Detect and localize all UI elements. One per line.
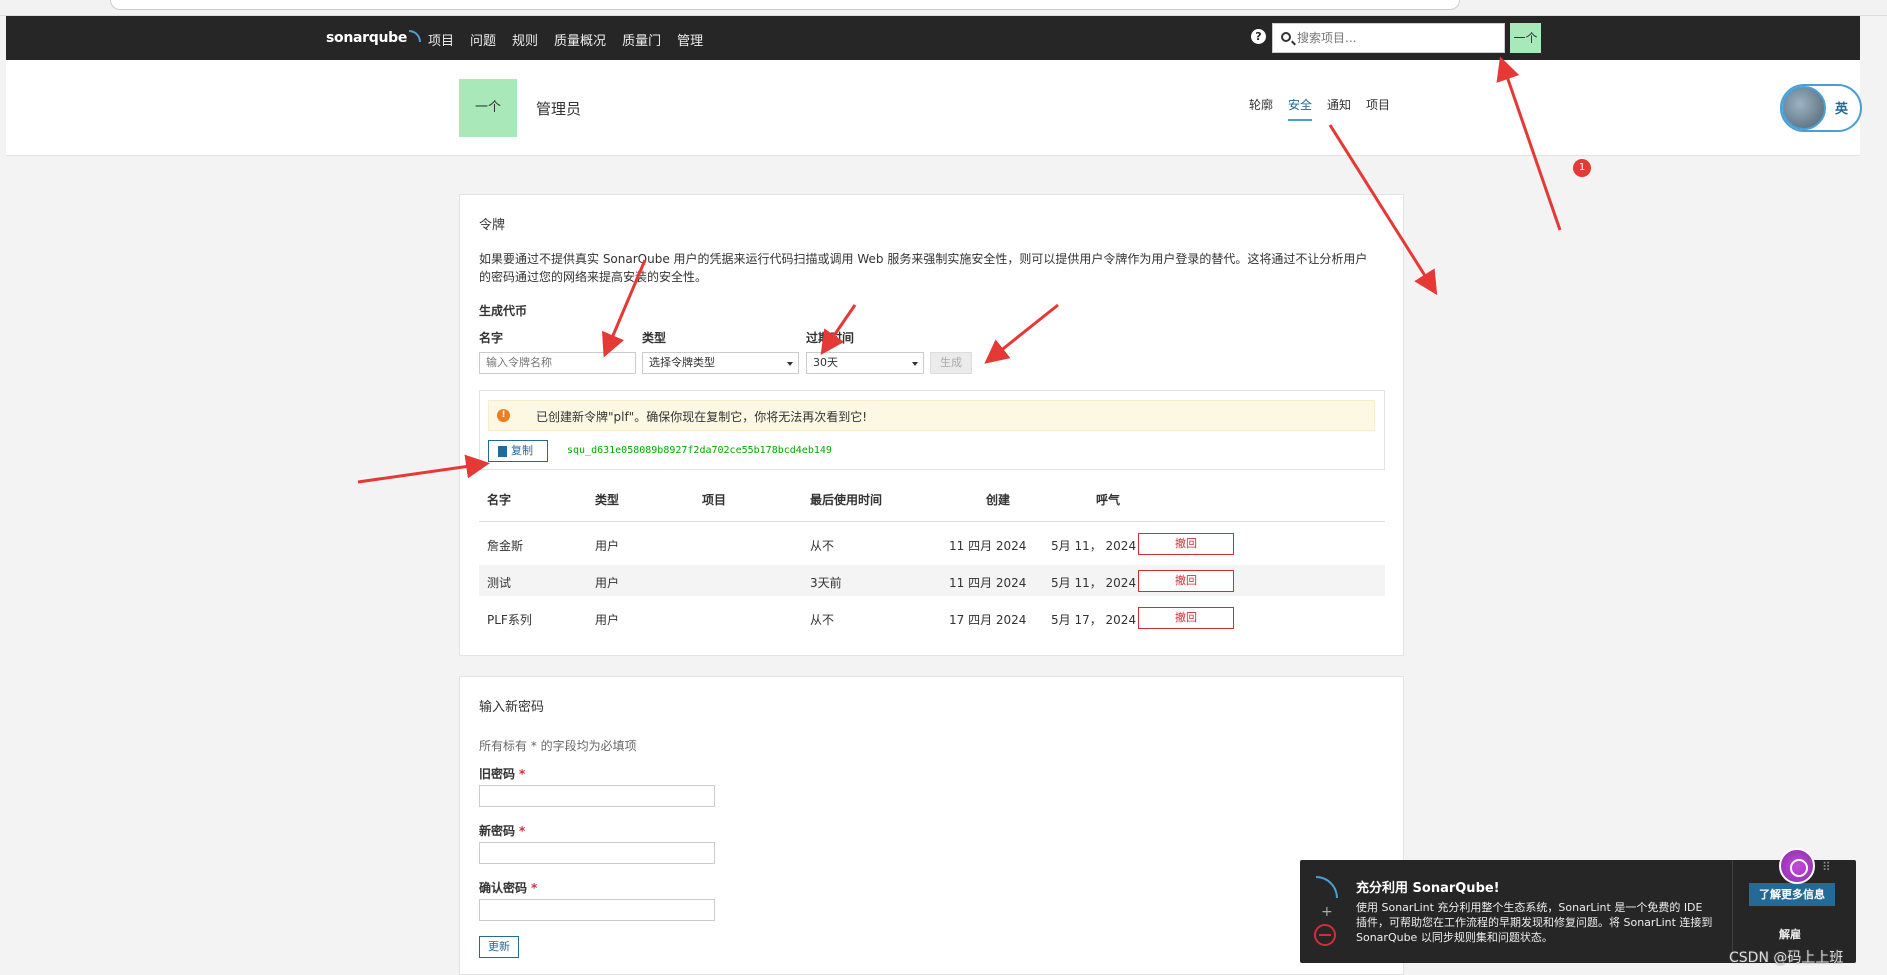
arrow-to-token-name xyxy=(601,259,647,358)
arrow-to-token-type xyxy=(820,304,857,355)
arrow-to-security-tab xyxy=(1328,124,1438,296)
arrow-to-expiry xyxy=(984,303,1059,364)
arrow-to-copy xyxy=(357,454,490,484)
arrow-to-user-menu xyxy=(1496,56,1562,231)
annotation-arrows xyxy=(357,56,1562,484)
